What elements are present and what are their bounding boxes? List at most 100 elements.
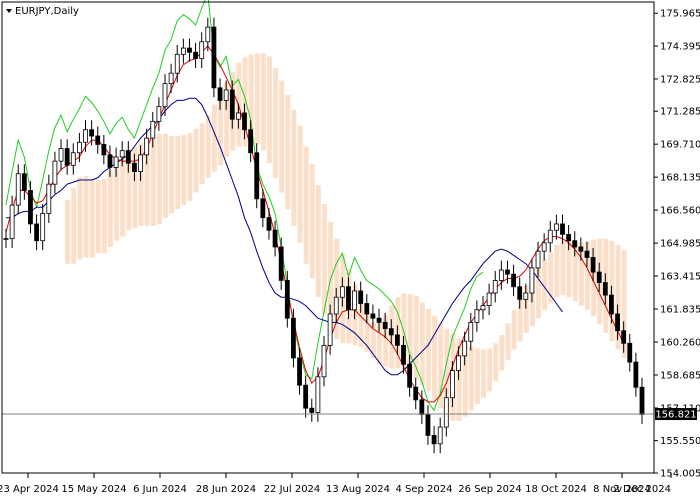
candle-body: [199, 41, 205, 59]
candle-body: [95, 135, 101, 145]
x-tick-label: 18 Oct 2024: [525, 484, 587, 495]
candle-body: [321, 344, 327, 378]
candle-body: [113, 156, 119, 168]
y-tick-label: 166.560: [660, 206, 700, 217]
candle-body: [58, 148, 64, 162]
x-tick-label: 13 Aug 2024: [326, 484, 390, 495]
candle-body: [572, 240, 578, 248]
candle-body: [83, 129, 88, 143]
candle-body: [339, 286, 345, 298]
x-tick-label: 15 May 2024: [61, 484, 126, 495]
candle-body: [40, 213, 46, 242]
candle-body: [34, 223, 39, 242]
candle-body: [260, 198, 266, 219]
cloud-segment: [169, 136, 175, 214]
cloud-segment: [554, 244, 560, 298]
candle-body: [174, 53, 180, 74]
price-tag-text: 156.821: [655, 410, 696, 421]
candle-body: [590, 257, 596, 273]
candle-body: [144, 137, 150, 156]
candle-body: [364, 303, 370, 315]
cloud-segment: [425, 308, 431, 392]
cloud-segment: [481, 349, 486, 398]
y-tick-label: 174.395: [660, 42, 700, 53]
candle-body: [89, 129, 95, 137]
candle-body: [553, 223, 559, 231]
candle-body: [333, 296, 339, 315]
cloud-segment: [83, 175, 89, 258]
cloud-segment: [89, 178, 95, 258]
candle-body: [413, 386, 419, 401]
cloud-segment: [107, 170, 113, 247]
y-tick-label: 168.135: [660, 173, 700, 184]
candle-body: [535, 250, 541, 269]
candle-body: [101, 143, 107, 156]
candle-body: [248, 129, 254, 154]
x-tick-label: 28 Jun 2024: [196, 484, 256, 495]
candle-body: [46, 183, 52, 214]
cloud-segment: [560, 240, 566, 296]
cloud-segment: [156, 133, 162, 224]
cloud-segment: [65, 199, 71, 264]
candle-body: [627, 342, 633, 363]
candle-body: [560, 223, 565, 235]
y-tick-label: 163.415: [660, 271, 700, 282]
candle-body: [242, 112, 247, 131]
candle-body: [498, 269, 504, 281]
candle-body: [21, 173, 27, 191]
cloud-segment: [291, 109, 297, 227]
candle-body: [193, 51, 198, 59]
cloud-segment: [71, 188, 77, 264]
candle-body: [401, 344, 406, 365]
cloud-segment: [432, 316, 438, 400]
candle-body: [107, 154, 113, 168]
candle-body: [358, 290, 364, 304]
candle-body: [639, 386, 645, 415]
candle-body: [517, 286, 523, 300]
candle-body: [431, 435, 437, 445]
y-tick-label: 169.710: [660, 140, 700, 151]
candle-body: [187, 47, 192, 53]
cloud-segment: [493, 343, 499, 381]
cloud-segment: [474, 348, 480, 405]
y-tick-label: 164.985: [660, 239, 700, 250]
cloud-segment: [499, 334, 505, 371]
cloud-segment: [120, 154, 126, 237]
cloud-segment: [181, 134, 187, 206]
candle-body: [138, 154, 143, 172]
cloud-segment: [199, 123, 205, 185]
chart-title-text: EURJPY,Daily: [15, 6, 79, 17]
cloud-segment: [95, 179, 101, 254]
candle-body: [505, 269, 510, 275]
candle-body: [523, 292, 529, 300]
candle-body: [621, 330, 627, 344]
candle-body: [615, 313, 620, 332]
candle-body: [388, 328, 394, 336]
cloud-segment: [163, 133, 168, 218]
candle-body: [407, 363, 413, 388]
y-tick-label: 155.550: [660, 436, 700, 447]
candle-body: [211, 26, 217, 89]
candle-body: [376, 317, 382, 323]
candle-body: [229, 89, 235, 120]
candle-body: [254, 152, 260, 200]
cloud-segment: [260, 53, 266, 151]
x-tick-label: 6 Jun 2024: [133, 484, 187, 495]
candle-body: [297, 357, 302, 386]
cloud-segment: [309, 164, 315, 279]
cloud-segment: [419, 302, 425, 386]
x-tick-label: 26 Sep 2024: [458, 484, 521, 495]
y-tick-label: 172.825: [660, 74, 700, 85]
candle-body: [180, 47, 186, 55]
candle-body: [480, 305, 486, 311]
candle-body: [119, 150, 125, 158]
candle-body: [132, 162, 137, 172]
candle-body: [566, 234, 572, 242]
candle-body: [346, 286, 351, 311]
candle-body: [125, 150, 131, 164]
x-tick-label: 2 Dec 2024: [613, 484, 671, 495]
candle-body: [450, 370, 455, 399]
cloud-segment: [266, 56, 272, 164]
candle-body: [28, 190, 33, 225]
candle-body: [468, 321, 474, 342]
